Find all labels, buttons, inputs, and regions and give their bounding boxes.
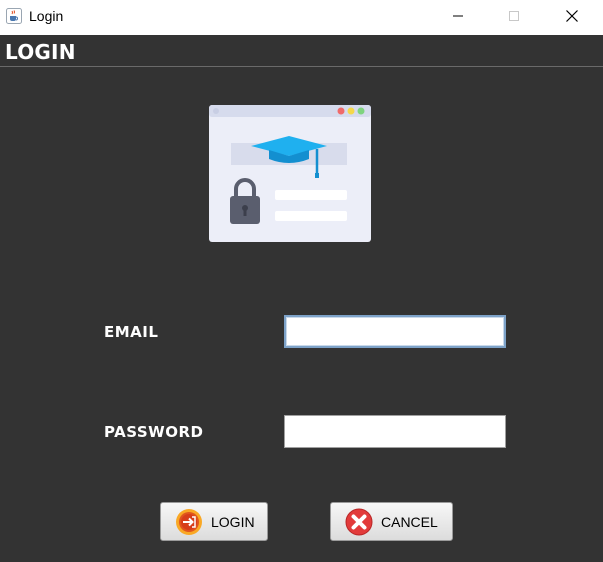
login-button-label: LOGIN [211, 513, 255, 530]
password-field[interactable] [284, 415, 506, 448]
close-button[interactable] [549, 0, 595, 32]
email-field[interactable] [284, 315, 506, 348]
cancel-x-icon [345, 508, 373, 535]
close-icon [566, 10, 578, 22]
login-arrow-icon [176, 508, 202, 535]
cancel-button-label: CANCEL [381, 513, 438, 530]
email-label: EMAIL [104, 323, 159, 341]
minimize-button[interactable] [435, 0, 481, 32]
title-bar[interactable]: Login [0, 0, 603, 35]
minimize-icon [453, 15, 463, 17]
password-label: PASSWORD [104, 423, 204, 441]
header-divider [0, 66, 603, 67]
maximize-button[interactable] [491, 0, 537, 32]
java-coffee-cup-icon [6, 8, 22, 24]
login-window: Login LOGIN EMAIL PASSWORD LOGIN CANCEL [0, 0, 603, 562]
page-title: LOGIN [5, 40, 76, 64]
login-button[interactable]: LOGIN [160, 502, 268, 541]
graduation-cap-lock-illustration [209, 105, 371, 242]
window-title: Login [29, 8, 64, 24]
cancel-button[interactable]: CANCEL [330, 502, 453, 541]
maximize-icon [509, 11, 519, 21]
